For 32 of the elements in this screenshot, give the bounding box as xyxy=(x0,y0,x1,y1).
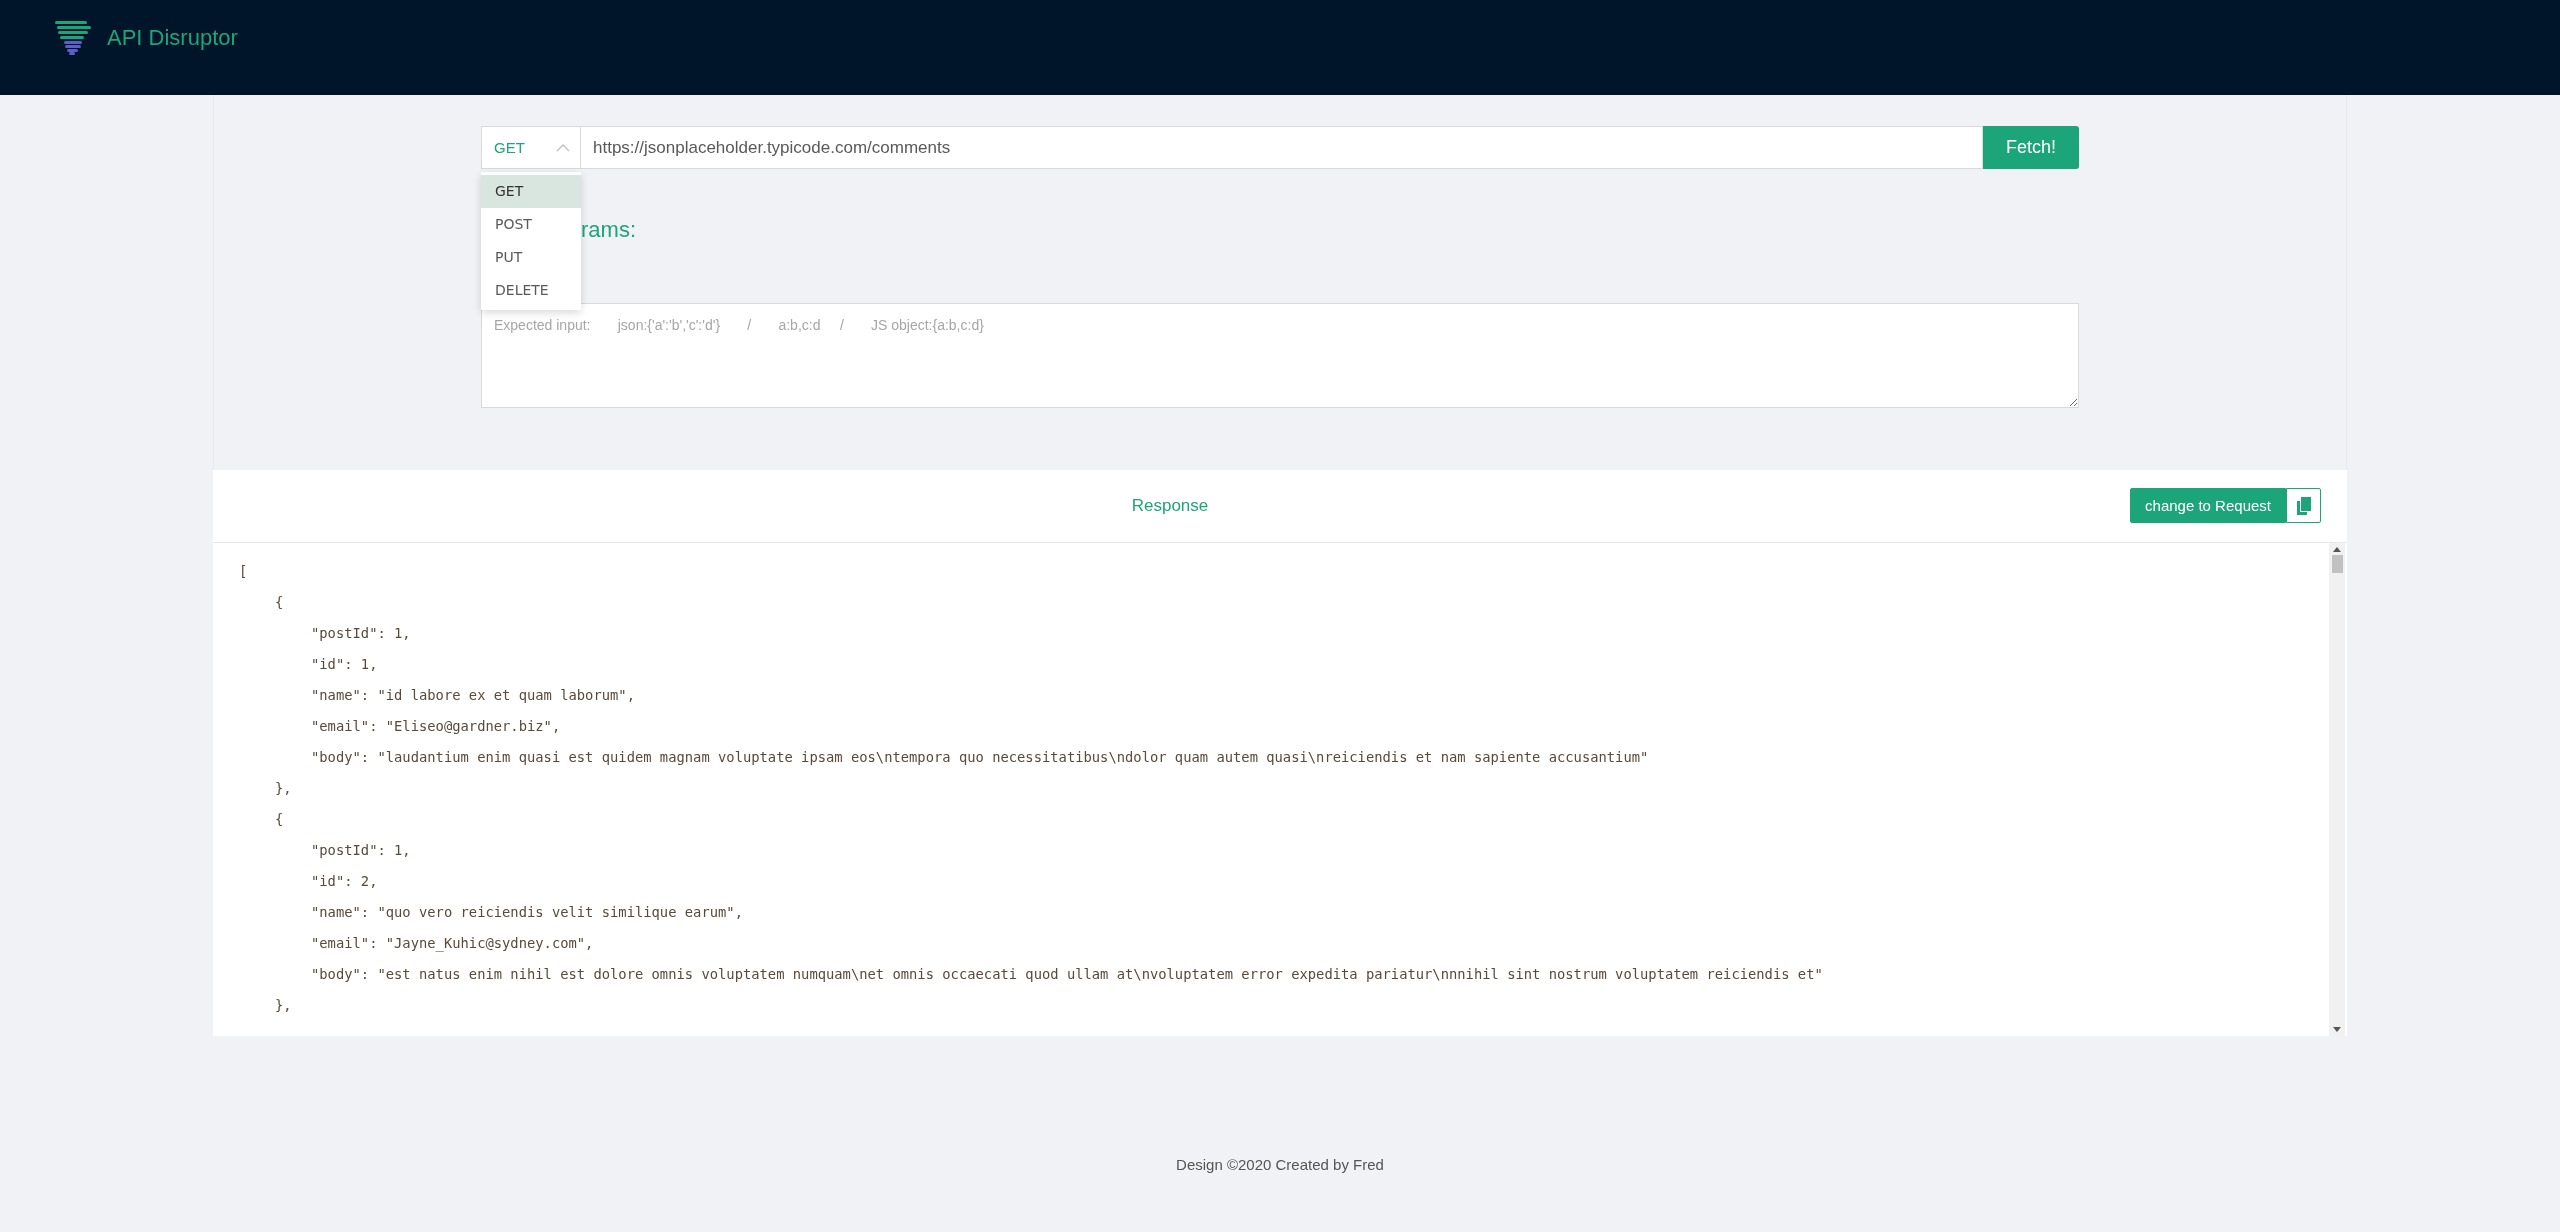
method-option[interactable]: PUT xyxy=(481,241,581,274)
scroll-down-icon[interactable] xyxy=(2333,1027,2341,1032)
method-option[interactable]: POST xyxy=(481,208,581,241)
logo-icon xyxy=(55,21,91,55)
code-line: "body": "laudantium enim quasi est quidem magnam voluptate ipsam eos\ntempora quo necessitatibus\ndolor quam autem quasi\nreiciendis et nam sapiente accusantium" xyxy=(311,749,1649,765)
params-label: rams: xyxy=(581,217,636,242)
params-field[interactable]: Expected input: json:{'a':'b','c':'d'} / a:b,c:d / JS object:{a:b,c:d} xyxy=(481,303,2079,408)
app-title: API Disruptor xyxy=(107,24,238,52)
scrollbar[interactable] xyxy=(2329,543,2345,1036)
url-field[interactable]: https://jsonplaceholder.typicode.com/comments xyxy=(581,126,1983,169)
caret-icon xyxy=(556,143,570,152)
footer-text: Design ©2020 Created by Fred xyxy=(1176,1156,1384,1173)
code-line: "name": "quo vero reiciendis velit similique earum", xyxy=(311,904,743,920)
scroll-thumb[interactable] xyxy=(2331,555,2343,573)
code-line: }, xyxy=(275,997,292,1013)
copy-icon xyxy=(2296,496,2311,515)
response-title: Response xyxy=(1131,496,1209,516)
code-line: "postId": 1, xyxy=(311,842,411,858)
code-line: "body": "est natus enim nihil est dolore omnis voluptatem numquam\net omnis occaecati quod ullam at\nvoluptatem error expedita pariatur\nnnihil sint nostrum voluptatem reiciendis et" xyxy=(311,966,1823,982)
code-line: "id": 2, xyxy=(311,873,378,889)
code-line: { xyxy=(275,594,284,610)
code-line: "name": "id labore ex et quam laborum", xyxy=(311,687,635,703)
method-option[interactable]: GET xyxy=(481,175,581,208)
code-line: { xyxy=(275,811,284,827)
code-line: "email": "Jayne_Kuhic@sydney.com", xyxy=(311,935,594,951)
code-line: "postId": 1, xyxy=(311,625,411,641)
code-line: "email": "Eliseo@gardner.biz", xyxy=(311,718,561,734)
copy-button[interactable] xyxy=(2286,488,2321,523)
code-line: }, xyxy=(275,780,292,796)
code-line: "id": 1, xyxy=(311,656,378,672)
code-line: [ xyxy=(239,563,248,579)
scroll-up-icon[interactable] xyxy=(2333,547,2341,552)
